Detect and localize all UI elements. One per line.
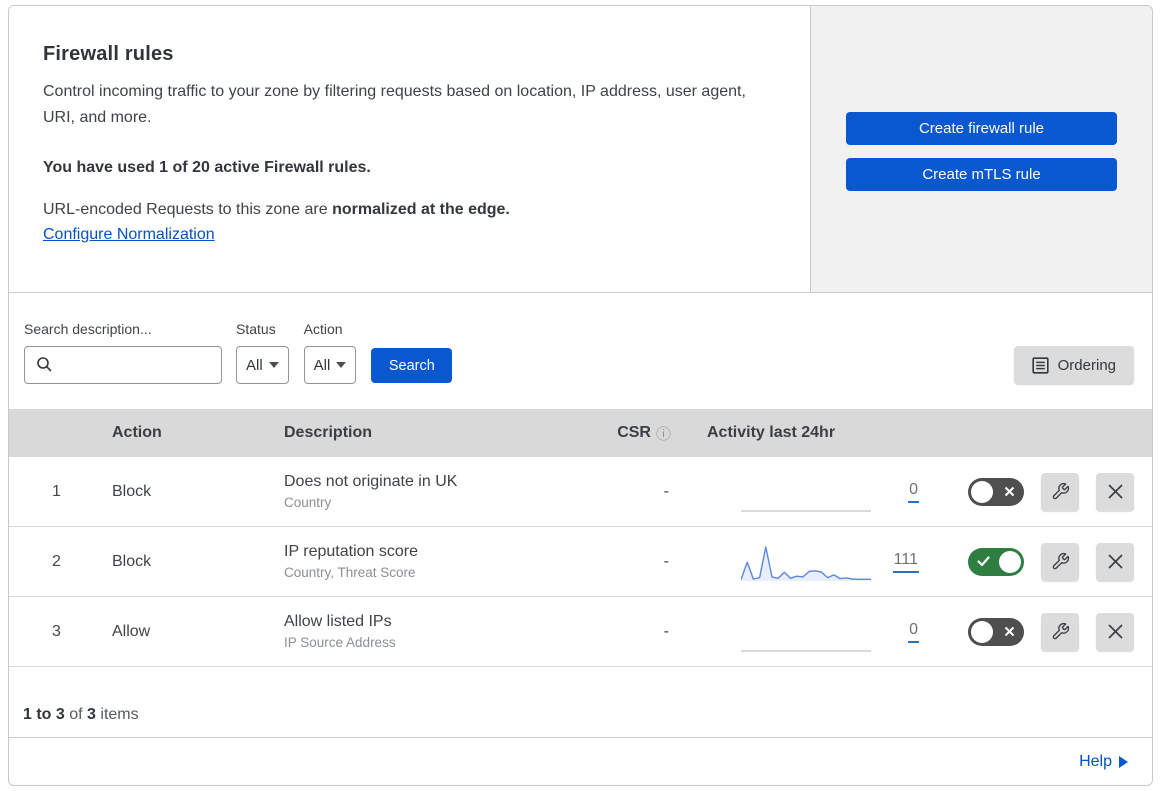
chevron-down-icon bbox=[268, 362, 279, 368]
activity-sparkline bbox=[741, 545, 871, 581]
rule-csr: - bbox=[663, 482, 669, 500]
create-mtls-rule-button[interactable]: Create mTLS rule bbox=[846, 158, 1117, 191]
table-header: Action Description CSR ⓘ Activity last 2… bbox=[9, 409, 1152, 457]
toggle-knob bbox=[971, 620, 993, 643]
column-header-csr: CSR ⓘ bbox=[617, 423, 671, 444]
help-link[interactable]: Help bbox=[1079, 753, 1128, 771]
rule-enabled-toggle[interactable] bbox=[968, 477, 1024, 506]
rule-description: Allow listed IPs bbox=[284, 613, 392, 630]
rule-action: Block bbox=[112, 482, 152, 500]
table-row: 3 Allow Allow listed IPs IP Source Addre… bbox=[9, 597, 1152, 667]
column-header-description: Description bbox=[284, 424, 373, 441]
column-header-activity: Activity last 24hr bbox=[707, 424, 836, 441]
edit-rule-button[interactable] bbox=[1041, 612, 1079, 651]
firewall-rules-card: Firewall rules Control incoming traffic … bbox=[8, 5, 1153, 786]
arrow-right-icon bbox=[1119, 755, 1128, 768]
action-panel: Create firewall rule Create mTLS rule bbox=[811, 6, 1152, 292]
filter-bar: Search description... Status All Action … bbox=[9, 293, 1152, 409]
search-group: Search description... bbox=[24, 321, 222, 384]
rule-action: Allow bbox=[112, 622, 151, 640]
rule-description: Does not originate in UK bbox=[284, 473, 458, 490]
close-icon bbox=[1107, 554, 1123, 569]
status-filter-group: Status All bbox=[236, 321, 289, 384]
usage-summary: You have used 1 of 20 active Firewall ru… bbox=[43, 158, 371, 176]
delete-rule-button[interactable] bbox=[1096, 612, 1134, 651]
rule-enabled-toggle[interactable] bbox=[968, 547, 1024, 576]
normalization-text: URL-encoded Requests to this zone are bbox=[43, 200, 333, 218]
rule-csr: - bbox=[663, 622, 669, 640]
page-description: Control incoming traffic to your zone by… bbox=[43, 83, 746, 126]
delete-rule-button[interactable] bbox=[1096, 542, 1134, 581]
items-total: 3 bbox=[87, 706, 96, 723]
toggle-state-icon bbox=[1004, 618, 1015, 646]
header-section: Firewall rules Control incoming traffic … bbox=[9, 6, 1152, 293]
pagination-summary: 1 to 3 of 3 items bbox=[9, 667, 1152, 738]
activity-count-link[interactable]: 111 bbox=[892, 551, 919, 573]
close-icon bbox=[1107, 624, 1123, 639]
action-value: All bbox=[313, 356, 331, 374]
rule-fields: IP Source Address bbox=[284, 635, 396, 650]
ordering-button[interactable]: Ordering bbox=[1013, 346, 1134, 384]
wrench-icon bbox=[1052, 552, 1069, 570]
edit-rule-button[interactable] bbox=[1041, 472, 1079, 511]
ordering-button-label: Ordering bbox=[1057, 356, 1116, 374]
rule-priority: 2 bbox=[52, 552, 61, 570]
search-icon bbox=[37, 357, 52, 372]
table-row: 2 Block IP reputation score Country, Thr… bbox=[9, 527, 1152, 597]
status-value: All bbox=[246, 356, 263, 374]
search-field-wrap bbox=[24, 346, 222, 384]
page-title: Firewall rules bbox=[43, 43, 174, 65]
info-icon[interactable]: ⓘ bbox=[656, 423, 671, 444]
delete-rule-button[interactable] bbox=[1096, 472, 1134, 511]
table-row: 1 Block Does not originate in UK Country… bbox=[9, 457, 1152, 527]
action-filter-group: Action All bbox=[303, 321, 357, 384]
activity-count-link[interactable]: 0 bbox=[908, 621, 919, 643]
header-text-panel: Firewall rules Control incoming traffic … bbox=[9, 6, 811, 292]
search-label: Search description... bbox=[24, 321, 152, 337]
toggle-knob bbox=[999, 550, 1021, 573]
rule-description: IP reputation score bbox=[284, 543, 419, 560]
rule-priority: 3 bbox=[52, 622, 61, 640]
create-firewall-rule-button[interactable]: Create firewall rule bbox=[846, 112, 1117, 145]
rule-priority: 1 bbox=[52, 482, 61, 500]
status-label: Status bbox=[236, 321, 276, 337]
rule-fields: Country bbox=[284, 495, 332, 510]
normalization-note: URL-encoded Requests to this zone are no… bbox=[43, 201, 770, 219]
activity-count-link[interactable]: 0 bbox=[908, 481, 919, 503]
toggle-state-icon bbox=[977, 548, 990, 576]
items-range: 1 to 3 bbox=[23, 706, 65, 723]
search-input[interactable] bbox=[24, 346, 222, 384]
activity-sparkline bbox=[741, 509, 871, 512]
ordering-list-icon bbox=[1032, 356, 1049, 374]
action-dropdown[interactable]: All bbox=[303, 346, 357, 384]
search-button[interactable]: Search bbox=[371, 348, 453, 383]
rule-enabled-toggle[interactable] bbox=[968, 617, 1024, 646]
edit-rule-button[interactable] bbox=[1041, 542, 1079, 581]
close-icon bbox=[1107, 484, 1123, 499]
status-dropdown[interactable]: All bbox=[236, 346, 289, 384]
help-label: Help bbox=[1079, 752, 1112, 770]
configure-normalization-link[interactable]: Configure Normalization bbox=[43, 226, 215, 244]
rule-csr: - bbox=[663, 552, 669, 570]
help-footer: Help bbox=[9, 738, 1152, 785]
rule-action: Block bbox=[112, 552, 152, 570]
action-label: Action bbox=[303, 321, 343, 337]
wrench-icon bbox=[1052, 482, 1069, 500]
normalization-bold-text: normalized at the edge. bbox=[332, 200, 510, 218]
column-header-action: Action bbox=[112, 424, 162, 441]
activity-sparkline bbox=[741, 649, 871, 652]
wrench-icon bbox=[1052, 622, 1069, 640]
toggle-state-icon bbox=[1004, 478, 1015, 506]
chevron-down-icon bbox=[336, 362, 347, 368]
rule-fields: Country, Threat Score bbox=[284, 565, 416, 580]
toggle-knob bbox=[971, 480, 993, 503]
